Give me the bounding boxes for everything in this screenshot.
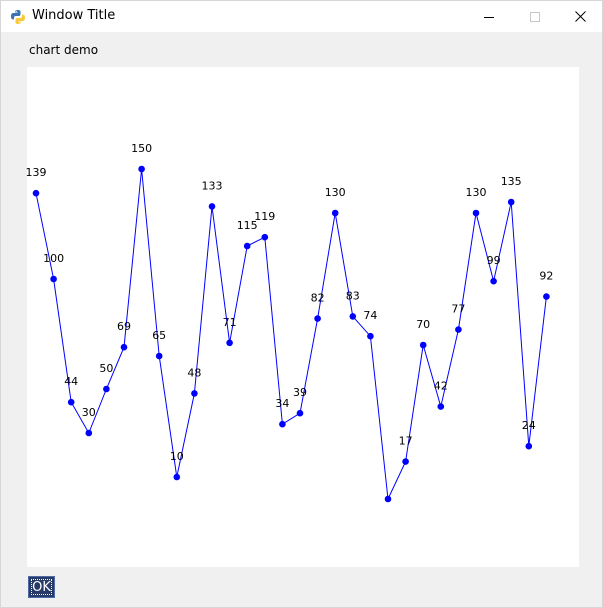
app-window: Window Title chart demo 139 100 44 30 50 69 15… [0, 0, 603, 608]
close-button[interactable] [557, 1, 603, 32]
data-label: 100 [43, 252, 64, 265]
data-label: 24 [522, 419, 536, 432]
data-point [243, 242, 251, 250]
data-label: 130 [325, 186, 346, 199]
data-label: 74 [363, 309, 377, 322]
data-label: 34 [275, 397, 289, 410]
data-label: 92 [539, 270, 553, 283]
series-line [35, 168, 547, 501]
data-label: 133 [202, 179, 223, 192]
data-point [525, 442, 533, 450]
data-point [120, 343, 128, 351]
data-point [331, 209, 339, 217]
data-label: 130 [466, 186, 487, 199]
data-label: 139 [26, 166, 47, 179]
data-label: 50 [99, 362, 113, 375]
data-label: 39 [293, 386, 307, 399]
window-title: Window Title [32, 8, 116, 23]
data-point [490, 277, 497, 285]
data-label: 82 [311, 292, 325, 305]
minimize-icon [484, 16, 494, 18]
data-label: 10 [170, 450, 184, 463]
data-point [367, 332, 374, 340]
ok-button[interactable]: OK [28, 576, 55, 598]
data-point [85, 429, 93, 437]
data-point [543, 293, 550, 300]
data-label: 77 [451, 303, 465, 316]
data-point [173, 473, 181, 481]
data-point [279, 420, 286, 428]
data-point [32, 189, 40, 197]
data-point [226, 339, 233, 347]
chart-caption: chart demo [29, 43, 99, 57]
data-label: 17 [399, 435, 413, 448]
data-label: 135 [501, 175, 522, 188]
data-label: 99 [487, 254, 501, 267]
data-label: 150 [131, 142, 152, 155]
data-label: 44 [64, 375, 78, 388]
data-point [437, 403, 445, 410]
data-label: 42 [434, 380, 448, 393]
data-point [402, 458, 409, 465]
data-point [455, 326, 462, 333]
line-chart: 1391004430506915065104813371115119343982… [26, 142, 553, 503]
data-label: 69 [117, 320, 131, 333]
data-point [472, 209, 480, 217]
data-point [384, 495, 392, 503]
data-point [208, 203, 216, 210]
data-point [155, 352, 163, 360]
maximize-icon [530, 11, 540, 22]
data-point [261, 233, 269, 241]
title-bar[interactable]: Window Title [1, 1, 602, 32]
minimize-button[interactable] [466, 1, 512, 32]
close-icon [574, 11, 586, 22]
python-icon [10, 9, 26, 25]
data-label: 65 [152, 329, 166, 342]
data-point [67, 398, 75, 406]
data-point [349, 313, 357, 320]
chart-canvas: 139 100 44 30 50 69 150 65 10 48 133 71 115 119 34 39 82… [26, 67, 579, 567]
data-label: 70 [416, 318, 430, 331]
data-label: 71 [223, 316, 237, 329]
data-point [296, 409, 304, 417]
data-point [50, 275, 57, 283]
data-point [419, 341, 427, 349]
data-label: 48 [187, 366, 201, 379]
data-point [103, 385, 110, 393]
data-label: 30 [82, 406, 96, 419]
data-label: 119 [254, 210, 275, 223]
data-label: 83 [346, 289, 360, 302]
data-point [314, 315, 321, 322]
data-point [138, 165, 145, 173]
data-point [507, 198, 515, 206]
data-point [191, 390, 198, 397]
maximize-button[interactable] [512, 1, 558, 32]
